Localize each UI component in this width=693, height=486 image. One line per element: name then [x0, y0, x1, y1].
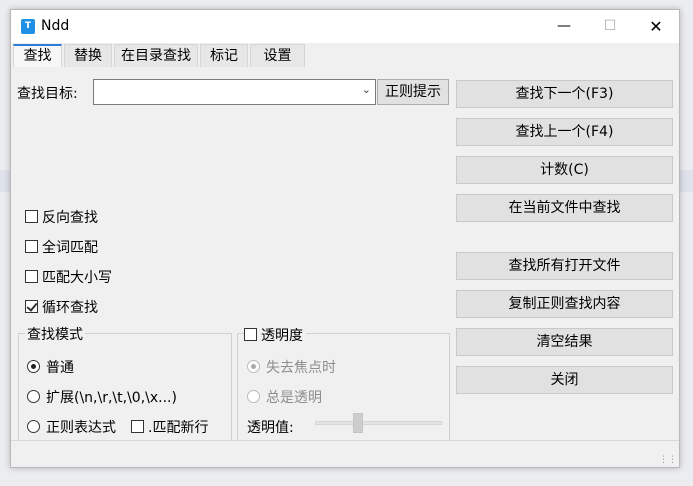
title-bar: T Ndd — ☐ ✕ [11, 10, 679, 43]
option-match-newline[interactable]: .匹配新行 [131, 417, 208, 437]
find-in-current-file-button[interactable]: 在当前文件中查找 [456, 194, 673, 222]
mode-label: 普通 [46, 360, 74, 376]
checkbox-icon[interactable] [25, 270, 38, 283]
transparency-on-blur-radio[interactable]: 失去焦点时 [247, 357, 336, 377]
find-dialog: T Ndd — ☐ ✕ 查找 替换 在目录查找 标记 设置 查找目标: ⌄ 正则… [10, 9, 680, 468]
mode-extended-radio[interactable]: 扩展(\n,\r,\t,\0,\x...) [27, 387, 177, 407]
checkbox-icon[interactable] [25, 240, 38, 253]
option-whole-word[interactable]: 全词匹配 [25, 237, 98, 257]
radio-icon[interactable] [27, 390, 40, 403]
chevron-down-icon[interactable]: ⌄ [362, 83, 371, 96]
mode-regex-radio[interactable]: 正则表达式 [27, 417, 116, 437]
close-button[interactable]: 关闭 [456, 366, 673, 394]
count-button[interactable]: 计数(C) [456, 156, 673, 184]
resize-grip-icon[interactable]: ⋮⋮ [659, 456, 677, 465]
transparency-option-label: 总是透明 [266, 390, 322, 406]
option-label: .匹配新行 [148, 420, 209, 436]
tab-replace[interactable]: 替换 [64, 44, 112, 68]
window-title: Ndd [41, 18, 70, 34]
mode-label: 扩展(\n,\r,\t,\0,\x...) [46, 390, 177, 406]
find-target-combobox[interactable]: ⌄ [93, 79, 376, 105]
transparency-value-label: 透明值: [247, 420, 294, 436]
search-mode-title: 查找模式 [25, 324, 85, 344]
mode-label: 正则表达式 [46, 420, 116, 436]
checkbox-icon[interactable] [131, 420, 144, 433]
mode-normal-radio[interactable]: 普通 [27, 357, 74, 377]
transparency-always-radio[interactable]: 总是透明 [247, 387, 322, 407]
transparency-slider[interactable] [315, 421, 442, 425]
find-in-all-open-files-button[interactable]: 查找所有打开文件 [456, 252, 673, 280]
option-reverse-search[interactable]: 反向查找 [25, 207, 98, 227]
find-panel: 查找目标: ⌄ 正则提示 反向查找 全词匹配 匹配大小写 循环查找 查找模式 普… [13, 67, 677, 447]
checkbox-checked-icon[interactable] [25, 300, 38, 313]
find-target-label: 查找目标: [17, 86, 78, 102]
tab-find-in-dir[interactable]: 在目录查找 [114, 44, 198, 68]
option-label: 反向查找 [42, 210, 98, 226]
close-window-button[interactable]: ✕ [633, 10, 679, 43]
find-prev-button[interactable]: 查找上一个(F4) [456, 118, 673, 146]
option-label: 循环查找 [42, 300, 98, 316]
copy-regex-results-button[interactable]: 复制正则查找内容 [456, 290, 673, 318]
status-bar: ⋮⋮ [11, 440, 679, 467]
tab-find[interactable]: 查找 [13, 44, 62, 68]
option-wrap-around[interactable]: 循环查找 [25, 297, 98, 317]
radio-icon[interactable] [27, 420, 40, 433]
tab-settings[interactable]: 设置 [250, 44, 305, 68]
maximize-button[interactable]: ☐ [587, 10, 633, 43]
option-label: 全词匹配 [42, 240, 98, 256]
transparency-title: 透明度 [261, 328, 303, 344]
regex-hint-button[interactable]: 正则提示 [377, 79, 449, 105]
option-label: 匹配大小写 [42, 270, 112, 286]
minimize-button[interactable]: — [541, 10, 587, 43]
radio-selected-icon[interactable] [27, 360, 40, 373]
checkbox-icon[interactable] [25, 210, 38, 223]
option-match-case[interactable]: 匹配大小写 [25, 267, 112, 287]
clear-results-button[interactable]: 清空结果 [456, 328, 673, 356]
transparency-toggle[interactable]: 透明度 [244, 325, 306, 345]
find-next-button[interactable]: 查找下一个(F3) [456, 80, 673, 108]
transparency-option-label: 失去焦点时 [266, 360, 336, 376]
slider-thumb[interactable] [353, 413, 363, 433]
tab-mark[interactable]: 标记 [200, 44, 248, 68]
checkbox-icon[interactable] [244, 328, 257, 341]
app-icon: T [21, 19, 35, 34]
radio-selected-icon[interactable] [247, 360, 260, 373]
radio-icon[interactable] [247, 390, 260, 403]
